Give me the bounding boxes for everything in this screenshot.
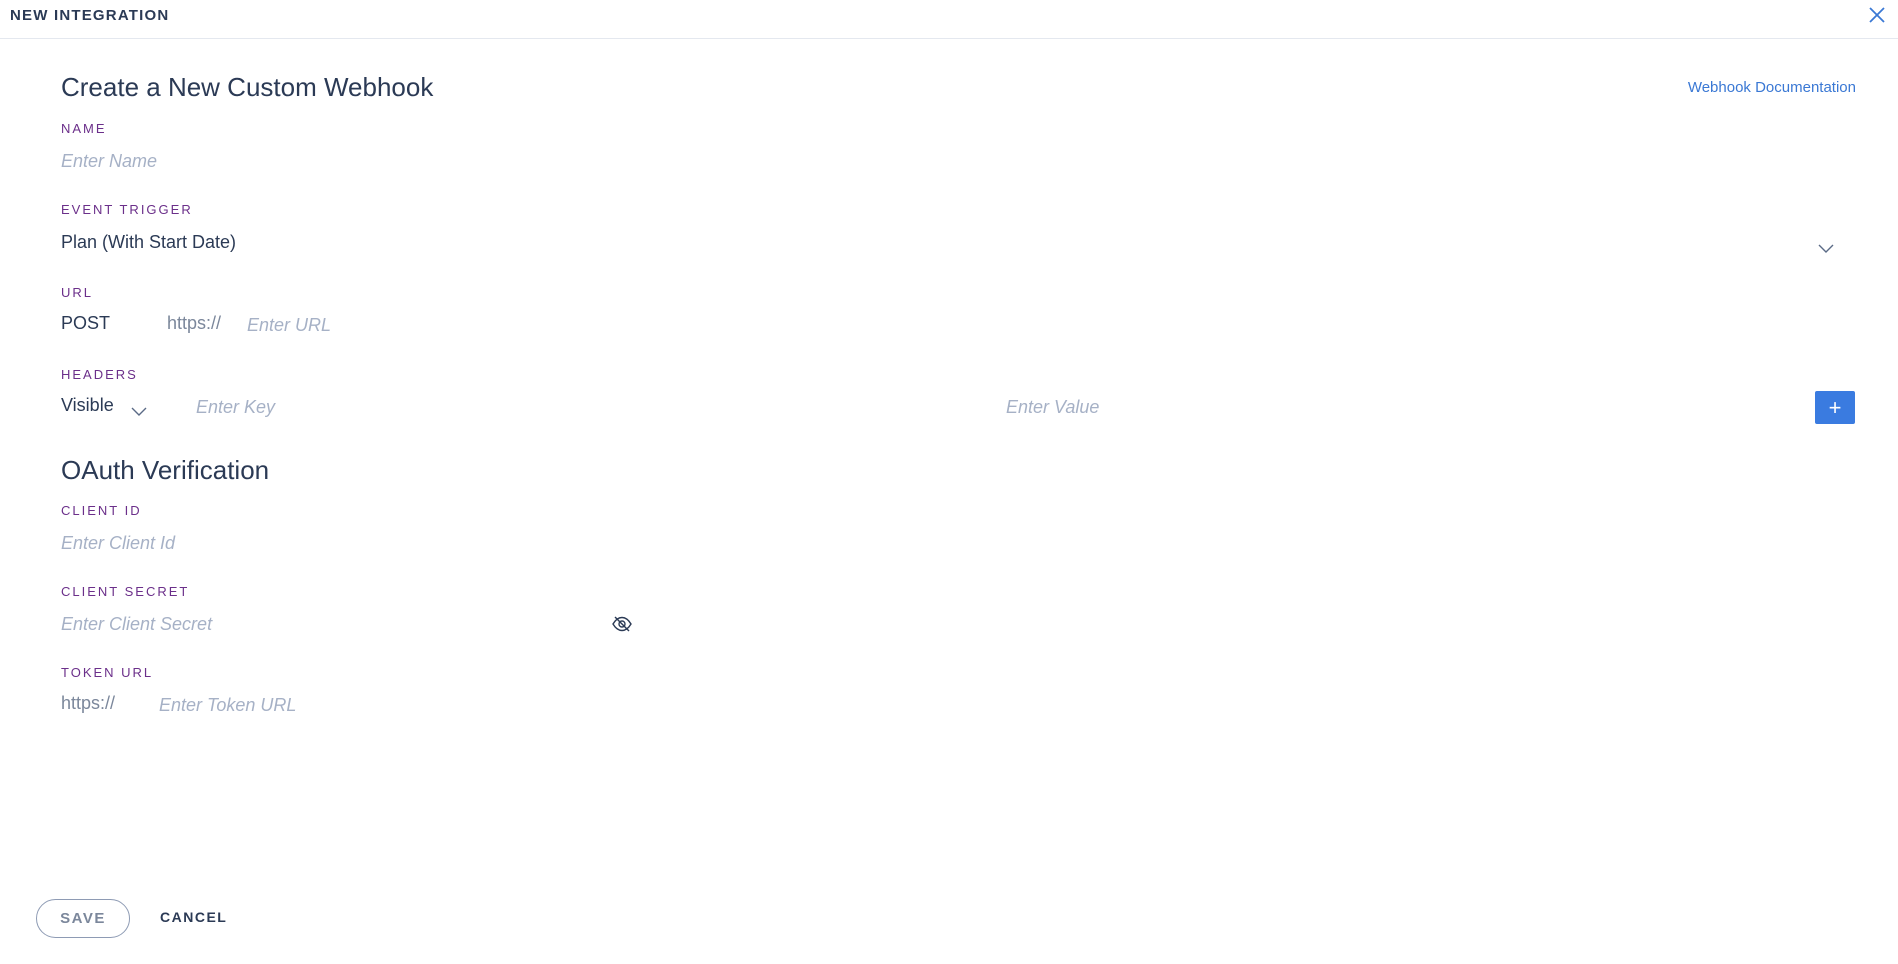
close-icon[interactable] — [1866, 4, 1888, 26]
client-id-label: CLIENT ID — [61, 503, 142, 518]
url-method[interactable]: POST — [61, 313, 110, 334]
webhook-documentation-link[interactable]: Webhook Documentation — [1688, 79, 1856, 96]
url-prefix: https:// — [167, 313, 222, 333]
eye-off-icon[interactable] — [612, 615, 632, 633]
client-secret-label: CLIENT SECRET — [61, 584, 190, 599]
event-trigger-label: EVENT TRIGGER — [61, 202, 193, 217]
client-secret-input[interactable] — [61, 611, 601, 637]
name-input[interactable] — [61, 148, 1841, 174]
chevron-down-icon — [131, 404, 147, 416]
headers-label: HEADERS — [61, 367, 138, 382]
oauth-section-title: OAuth Verification — [61, 455, 270, 485]
client-id-input[interactable] — [61, 530, 621, 556]
header-visibility-select[interactable]: Visible — [61, 395, 156, 423]
add-header-button[interactable]: + — [1815, 391, 1855, 424]
header-visibility-value: Visible — [61, 395, 114, 415]
url-label: URL — [61, 285, 94, 300]
token-url-input[interactable] — [159, 692, 759, 718]
save-button[interactable]: SAVE — [36, 899, 130, 938]
token-url-label: TOKEN URL — [61, 665, 154, 680]
chevron-down-icon — [1818, 241, 1834, 253]
header-key-input[interactable] — [196, 394, 976, 420]
webhook-section-title: Create a New Custom Webhook — [61, 72, 434, 102]
event-trigger-select[interactable]: Plan (With Start Date) — [61, 232, 1834, 260]
url-input[interactable] — [247, 312, 1837, 338]
event-trigger-value: Plan (With Start Date) — [61, 232, 237, 252]
name-label: NAME — [61, 121, 107, 136]
cancel-button[interactable]: CANCEL — [160, 909, 227, 925]
modal-header: NEW INTEGRATION — [0, 0, 1898, 39]
modal-title: NEW INTEGRATION — [10, 7, 170, 24]
token-url-prefix: https:// — [61, 693, 116, 713]
header-value-input[interactable] — [1006, 394, 1786, 420]
